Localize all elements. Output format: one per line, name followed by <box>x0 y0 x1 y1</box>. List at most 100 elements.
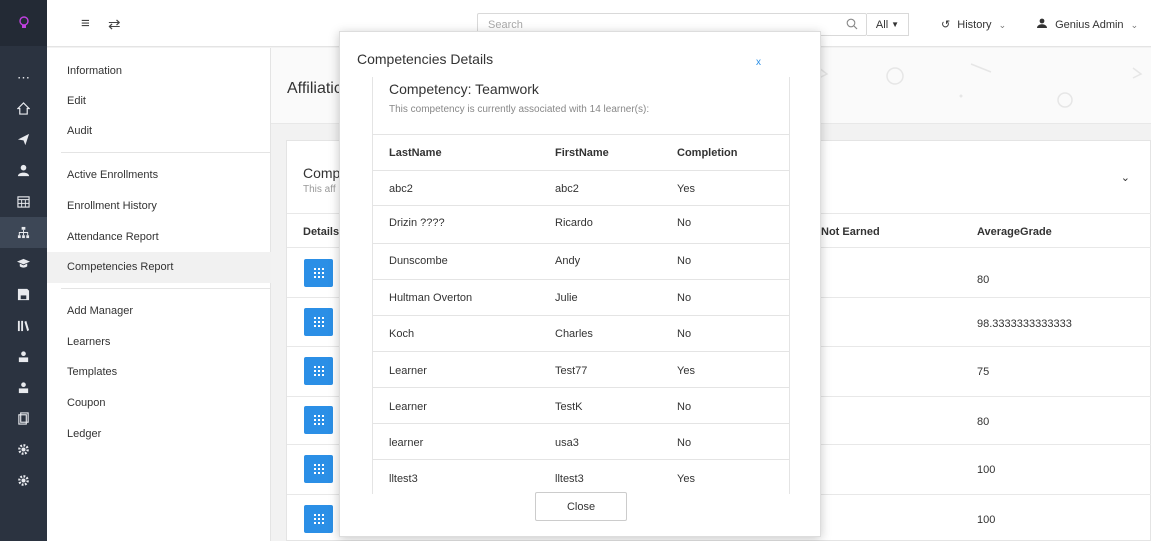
column-header-average-grade[interactable]: AverageGrade <box>977 226 1052 238</box>
details-button[interactable] <box>304 455 333 483</box>
completion-cell: No <box>677 328 692 340</box>
completion-cell: Yes <box>677 473 695 485</box>
page-title: Affiliatic <box>287 80 342 97</box>
average-grade-cell: 80 <box>977 274 990 286</box>
hamburger-menu-icon[interactable]: ≡ <box>81 15 90 32</box>
details-button[interactable] <box>304 406 333 434</box>
sub-navigation: Information Edit Audit Active Enrollment… <box>47 48 271 541</box>
competency-heading: Competency: Teamwork <box>389 81 539 97</box>
graduation-icon[interactable] <box>0 248 47 279</box>
home-icon[interactable] <box>0 93 47 124</box>
firstname-cell: lltest3 <box>555 473 584 485</box>
grid-icon <box>313 268 324 278</box>
subnav-item-enrollment-history[interactable]: Enrollment History <box>67 200 157 212</box>
subnav-item-active-enrollments[interactable]: Active Enrollments <box>67 169 158 181</box>
divider <box>373 351 789 352</box>
subnav-item-add-manager[interactable]: Add Manager <box>67 305 133 317</box>
send-icon[interactable] <box>0 124 47 155</box>
details-button[interactable] <box>304 357 333 385</box>
firstname-cell: Andy <box>555 255 581 267</box>
gear-icon[interactable] <box>0 434 47 465</box>
column-header-lastname: LastName <box>389 147 442 159</box>
search-placeholder: Search <box>488 19 523 31</box>
column-header-not-earned[interactable]: Not Earned <box>821 226 880 238</box>
divider <box>373 459 789 460</box>
details-button[interactable] <box>304 259 333 287</box>
firstname-cell: Julie <box>555 292 578 304</box>
swap-icon[interactable]: ⇄ <box>108 15 121 33</box>
divider <box>373 315 789 316</box>
lastname-cell: learner <box>389 437 424 449</box>
divider <box>373 134 789 135</box>
user-menu[interactable]: Genius Admin ⌄ <box>1037 18 1138 31</box>
divider <box>373 423 789 424</box>
user-icon <box>1037 18 1047 28</box>
subnav-item-attendance-report[interactable]: Attendance Report <box>67 231 159 243</box>
history-label: History <box>957 19 992 31</box>
person-icon[interactable] <box>0 341 47 372</box>
firstname-cell: usa3 <box>555 437 579 449</box>
subnav-item-learners[interactable]: Learners <box>67 336 110 348</box>
lastname-cell: Hultman Overton <box>389 292 473 304</box>
user-label: Genius Admin <box>1055 19 1124 31</box>
modal-scroll-area[interactable]: Competency: Teamwork This competency is … <box>372 77 790 494</box>
lastname-cell: Koch <box>389 328 415 340</box>
modal-title: Competencies Details <box>357 51 494 67</box>
users-icon[interactable] <box>0 155 47 186</box>
details-button[interactable] <box>304 308 333 336</box>
icon-rail: ⋯ <box>0 0 47 541</box>
lastname-cell: Learner <box>389 401 427 413</box>
divider <box>61 152 271 153</box>
search-scope-label: All <box>875 18 889 31</box>
lastname-cell: Drizin ???? <box>389 217 445 229</box>
search-icon[interactable] <box>846 18 858 30</box>
average-grade-cell: 100 <box>977 464 996 476</box>
completion-cell: No <box>677 255 692 267</box>
firstname-cell: TestK <box>555 401 583 413</box>
org-chart-icon[interactable] <box>0 217 47 248</box>
column-header-details[interactable]: Details <box>303 226 339 238</box>
collapse-chevron-icon[interactable]: ⌄ <box>1121 171 1130 184</box>
grid-icon <box>313 464 324 474</box>
close-icon[interactable]: x <box>756 57 761 68</box>
lastname-cell: abc2 <box>389 183 413 195</box>
completion-cell: Yes <box>677 365 695 377</box>
average-grade-cell: 100 <box>977 514 996 526</box>
save-icon[interactable] <box>0 279 47 310</box>
subnav-item-edit[interactable]: Edit <box>67 95 86 107</box>
subnav-item-templates[interactable]: Templates <box>67 366 117 378</box>
completion-cell: Yes <box>677 183 695 195</box>
subnav-item-coupon[interactable]: Coupon <box>67 397 106 409</box>
close-button[interactable]: Close <box>535 492 627 521</box>
copy-icon[interactable] <box>0 403 47 434</box>
card-title: Comp <box>303 165 341 181</box>
details-button[interactable] <box>304 505 333 533</box>
divider <box>61 288 271 289</box>
grid-icon <box>313 317 324 327</box>
average-grade-cell: 75 <box>977 366 990 378</box>
lastname-cell: Learner <box>389 365 427 377</box>
person-icon[interactable] <box>0 372 47 403</box>
firstname-cell: Charles <box>555 328 593 340</box>
calendar-icon[interactable] <box>0 186 47 217</box>
library-icon[interactable] <box>0 310 47 341</box>
search-scope-dropdown[interactable]: All ▼ <box>867 13 909 36</box>
completion-cell: No <box>677 401 692 413</box>
card-subtitle: This aff <box>303 184 336 195</box>
more-icon[interactable]: ⋯ <box>0 62 47 93</box>
firstname-cell: Ricardo <box>555 217 593 229</box>
subnav-item-audit[interactable]: Audit <box>67 125 92 137</box>
subnav-item-information[interactable]: Information <box>67 65 122 77</box>
completion-cell: No <box>677 217 692 229</box>
history-menu[interactable]: ↺ History ⌄ <box>941 18 1006 31</box>
divider <box>373 243 789 244</box>
average-grade-cell: 98.3333333333333 <box>977 318 1072 330</box>
subnav-item-ledger[interactable]: Ledger <box>67 428 101 440</box>
gear-icon[interactable] <box>0 465 47 496</box>
divider <box>373 170 789 171</box>
subnav-item-competencies-report[interactable]: Competencies Report <box>67 261 173 273</box>
bulb-logo-icon[interactable] <box>0 0 47 46</box>
grid-icon <box>313 366 324 376</box>
lastname-cell: lltest3 <box>389 473 418 485</box>
divider <box>373 205 789 206</box>
